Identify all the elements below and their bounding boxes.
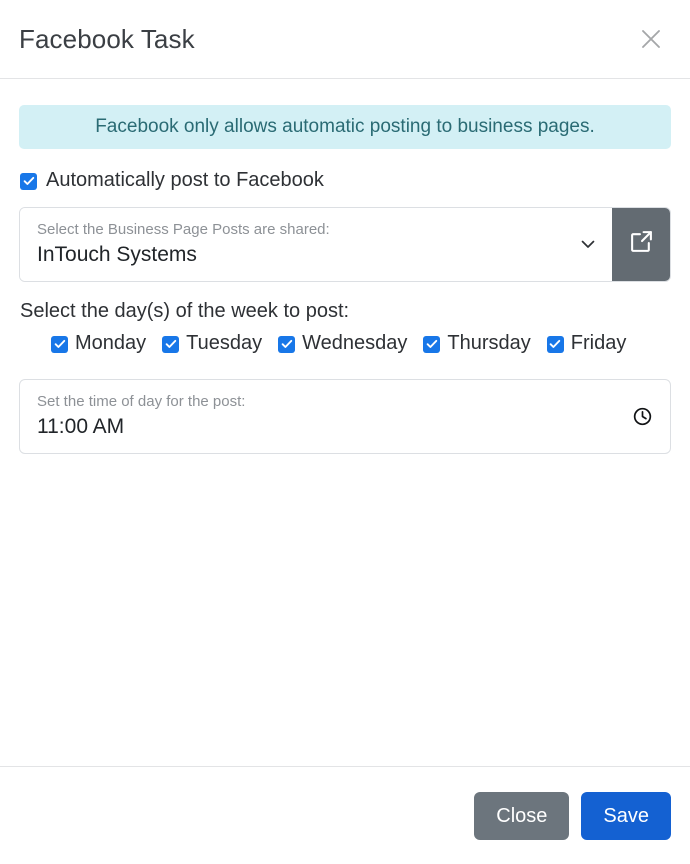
auto-post-label[interactable]: Automatically post to Facebook: [46, 169, 324, 192]
info-alert: Facebook only allows automatic posting t…: [19, 105, 671, 149]
days-section-title: Select the day(s) of the week to post:: [20, 299, 350, 322]
business-page-label: Select the Business Page Posts are share…: [37, 220, 330, 238]
external-link-icon: [629, 229, 654, 259]
day-checkbox-wednesday[interactable]: [278, 335, 296, 353]
post-time-field[interactable]: Set the time of day for the post: 11:00 …: [19, 378, 671, 454]
day-item[interactable]: Wednesday: [278, 332, 407, 355]
post-time-value: 11:00 AM: [37, 414, 125, 438]
business-page-select[interactable]: Select the Business Page Posts are share…: [20, 207, 612, 281]
open-business-page-button[interactable]: [612, 207, 670, 281]
day-checkbox-friday[interactable]: [546, 335, 564, 353]
business-page-field: Select the Business Page Posts are share…: [19, 206, 671, 282]
day-label-friday[interactable]: Friday: [571, 332, 627, 355]
clock-icon[interactable]: [631, 405, 653, 427]
day-item[interactable]: Thursday: [423, 332, 531, 355]
day-checkbox-thursday[interactable]: [423, 335, 441, 353]
day-label-tuesday[interactable]: Tuesday: [186, 332, 262, 355]
business-page-value: InTouch Systems: [37, 242, 197, 266]
days-checkbox-row: Monday Tuesday Wednesday Thursday Friday: [19, 332, 671, 355]
day-item[interactable]: Monday: [51, 332, 146, 355]
page-title: Facebook Task: [19, 23, 195, 54]
modal-header: Facebook Task: [0, 0, 690, 79]
day-label-thursday[interactable]: Thursday: [447, 332, 530, 355]
save-button[interactable]: Save: [581, 791, 671, 840]
day-label-wednesday[interactable]: Wednesday: [302, 332, 407, 355]
close-button[interactable]: Close: [474, 791, 570, 840]
facebook-task-modal: Facebook Task Facebook only allows autom…: [0, 0, 690, 864]
chevron-down-icon[interactable]: [578, 234, 598, 254]
day-label-monday[interactable]: Monday: [75, 332, 146, 355]
close-icon[interactable]: [634, 22, 668, 56]
modal-body: Facebook only allows automatic posting t…: [0, 79, 690, 766]
day-item[interactable]: Friday: [546, 332, 627, 355]
day-checkbox-monday[interactable]: [51, 335, 68, 353]
modal-footer: Close Save: [0, 766, 690, 864]
post-time-label: Set the time of day for the post:: [37, 392, 246, 410]
auto-post-checkbox[interactable]: [20, 172, 37, 190]
day-item[interactable]: Tuesday: [162, 332, 262, 355]
day-checkbox-tuesday[interactable]: [162, 335, 180, 353]
auto-post-checkbox-row[interactable]: Automatically post to Facebook: [20, 169, 671, 192]
